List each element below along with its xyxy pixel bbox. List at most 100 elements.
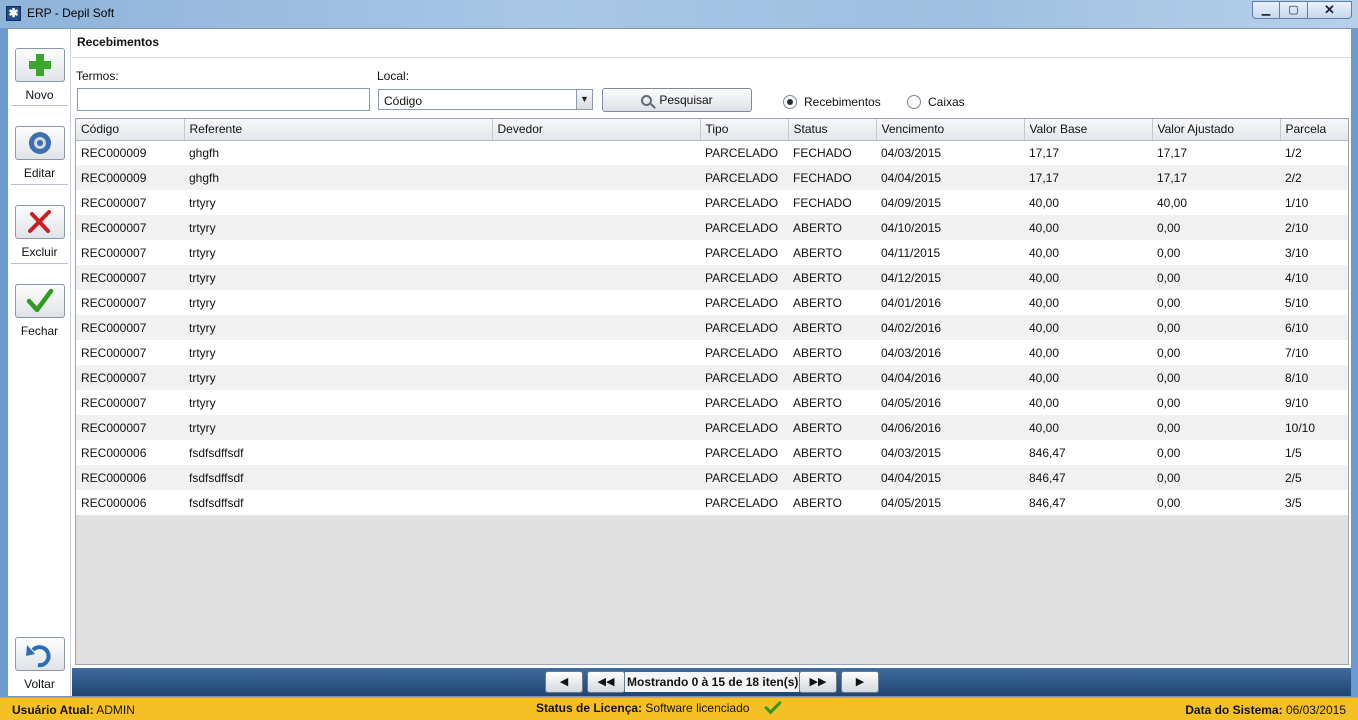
- column-header[interactable]: Valor Ajustado: [1152, 119, 1281, 141]
- edit-button[interactable]: Editar: [8, 126, 71, 180]
- minimize-icon[interactable]: ▁: [1252, 1, 1280, 19]
- table-row[interactable]: REC000006 fsdfsdffsdf PARCELADO ABERTO 04/04…: [76, 465, 1348, 490]
- next-page-button[interactable]: ▶: [841, 671, 879, 693]
- title-bar: ✱ ERP - Depil Soft ▁ ▢ ✕: [0, 0, 1358, 28]
- table-cell: trtyry: [184, 415, 492, 440]
- table-cell: 0,00: [1152, 415, 1280, 440]
- table-cell: ABERTO: [788, 440, 876, 465]
- table-cell: 2/2: [1280, 165, 1348, 190]
- checkmark-icon[interactable]: [14, 284, 65, 318]
- table-row[interactable]: REC000007 trtyry PARCELADO ABERTO 04/10/2015…: [76, 215, 1348, 240]
- table-cell: [492, 440, 700, 465]
- radio-receipts[interactable]: Recebimentos: [783, 95, 881, 109]
- app-logo-icon: ✱: [6, 6, 21, 21]
- title-divider: [72, 57, 1351, 58]
- local-selected-value: Código: [384, 94, 423, 108]
- table-cell: 846,47: [1024, 440, 1152, 465]
- table-cell: 04/09/2015: [876, 190, 1024, 215]
- column-header[interactable]: Valor Base: [1024, 119, 1153, 141]
- table-cell: ABERTO: [788, 315, 876, 340]
- table-cell: 40,00: [1024, 315, 1152, 340]
- undo-arrow-icon[interactable]: [14, 637, 65, 671]
- delete-button[interactable]: Excluir: [8, 205, 71, 259]
- table-cell: 5/10: [1280, 290, 1348, 315]
- maximize-icon[interactable]: ▢: [1280, 1, 1308, 19]
- column-header[interactable]: Vencimento: [876, 119, 1025, 141]
- radio-cash-indicator[interactable]: [907, 95, 921, 109]
- plus-icon[interactable]: [14, 48, 65, 82]
- edit-label: Editar: [23, 166, 56, 180]
- column-header[interactable]: Status: [788, 119, 877, 141]
- user-value: ADMIN: [96, 703, 135, 717]
- license-check-icon: [763, 696, 782, 715]
- column-header[interactable]: Tipo: [700, 119, 789, 141]
- table-cell: [492, 290, 700, 315]
- table-cell: 0,00: [1152, 315, 1280, 340]
- table-cell: REC000007: [76, 265, 184, 290]
- table-cell: trtyry: [184, 190, 492, 215]
- terms-input[interactable]: [77, 88, 370, 111]
- column-header[interactable]: Devedor: [492, 119, 701, 141]
- close-window-icon[interactable]: ✕: [1308, 1, 1352, 19]
- license-label: Status de Licença:: [536, 701, 643, 715]
- table-row[interactable]: REC000007 trtyry PARCELADO ABERTO 04/05/2016…: [76, 390, 1348, 415]
- table-cell: REC000006: [76, 490, 184, 515]
- table-row[interactable]: REC000007 trtyry PARCELADO ABERTO 04/02/2016…: [76, 315, 1348, 340]
- radio-receipts-indicator[interactable]: [783, 95, 797, 109]
- table-row[interactable]: REC000007 trtyry PARCELADO ABERTO 04/11/2015…: [76, 240, 1348, 265]
- table-cell: PARCELADO: [700, 215, 788, 240]
- system-date: Data do Sistema: 06/03/2015: [1185, 703, 1346, 717]
- table-cell: ABERTO: [788, 465, 876, 490]
- table-cell: 04/12/2015: [876, 265, 1024, 290]
- results-table: Código Referente Devedor Tipo Status Vencimen…: [75, 118, 1349, 665]
- delete-x-icon[interactable]: [14, 205, 65, 239]
- table-row[interactable]: REC000006 fsdfsdffsdf PARCELADO ABERTO 04/03…: [76, 440, 1348, 465]
- table-cell: 2/10: [1280, 215, 1348, 240]
- back-button[interactable]: Voltar: [8, 637, 71, 691]
- back-label: Voltar: [24, 677, 55, 691]
- table-cell: REC000007: [76, 365, 184, 390]
- table-cell: 6/10: [1280, 315, 1348, 340]
- delete-label: Excluir: [21, 245, 58, 259]
- table-row[interactable]: REC000007 trtyry PARCELADO ABERTO 04/04/2016…: [76, 365, 1348, 390]
- table-cell: 40,00: [1024, 240, 1152, 265]
- table-cell: 04/06/2016: [876, 415, 1024, 440]
- table-row[interactable]: REC000007 trtyry PARCELADO ABERTO 04/06/2016…: [76, 415, 1348, 440]
- column-header[interactable]: Parcela: [1280, 119, 1348, 141]
- radio-receipts-label: Recebimentos: [804, 95, 881, 109]
- table-row[interactable]: REC000007 trtyry PARCELADO ABERTO 04/03/2016…: [76, 340, 1348, 365]
- table-cell: [492, 365, 700, 390]
- table-cell: REC000009: [76, 165, 184, 190]
- table-row[interactable]: REC000007 trtyry PARCELADO FECHADO 04/09/201…: [76, 190, 1348, 215]
- local-select[interactable]: Código ▼: [378, 89, 593, 110]
- radio-cash[interactable]: Caixas: [907, 95, 965, 109]
- table-row[interactable]: REC000007 trtyry PARCELADO ABERTO 04/12/2015…: [76, 265, 1348, 290]
- table-row[interactable]: REC000007 trtyry PARCELADO ABERTO 04/01/2016…: [76, 290, 1348, 315]
- refresh-icon[interactable]: [14, 126, 65, 160]
- table-cell: PARCELADO: [700, 240, 788, 265]
- search-button[interactable]: Pesquisar: [602, 88, 752, 112]
- column-header[interactable]: Referente: [184, 119, 493, 141]
- last-page-button[interactable]: ▶▶: [799, 671, 837, 693]
- table-cell: 0,00: [1152, 390, 1280, 415]
- column-header[interactable]: Código: [76, 119, 185, 141]
- table-row[interactable]: REC000009 ghgfh PARCELADO FECHADO 04/04/2015…: [76, 165, 1348, 190]
- table-cell: 8/10: [1280, 365, 1348, 390]
- new-button[interactable]: Novo: [8, 48, 71, 102]
- table-row[interactable]: REC000006 fsdfsdffsdf PARCELADO ABERTO 04/05…: [76, 490, 1348, 515]
- table-cell: 0,00: [1152, 215, 1280, 240]
- prev-page-button[interactable]: ◀: [545, 671, 583, 693]
- table-cell: FECHADO: [788, 165, 876, 190]
- search-button-label: Pesquisar: [659, 93, 713, 107]
- table-cell: 04/10/2015: [876, 215, 1024, 240]
- first-page-button[interactable]: ◀◀: [587, 671, 625, 693]
- table-cell: fsdfsdffsdf: [184, 465, 492, 490]
- table-cell: ABERTO: [788, 490, 876, 515]
- table-cell: ABERTO: [788, 240, 876, 265]
- table-cell: 1/5: [1280, 440, 1348, 465]
- chevron-down-icon[interactable]: ▼: [576, 90, 592, 109]
- close-button[interactable]: Fechar: [8, 284, 71, 338]
- table-cell: PARCELADO: [700, 190, 788, 215]
- table-cell: 17,17: [1024, 140, 1152, 165]
- table-row[interactable]: REC000009 ghgfh PARCELADO FECHADO 04/03/2015…: [76, 140, 1348, 165]
